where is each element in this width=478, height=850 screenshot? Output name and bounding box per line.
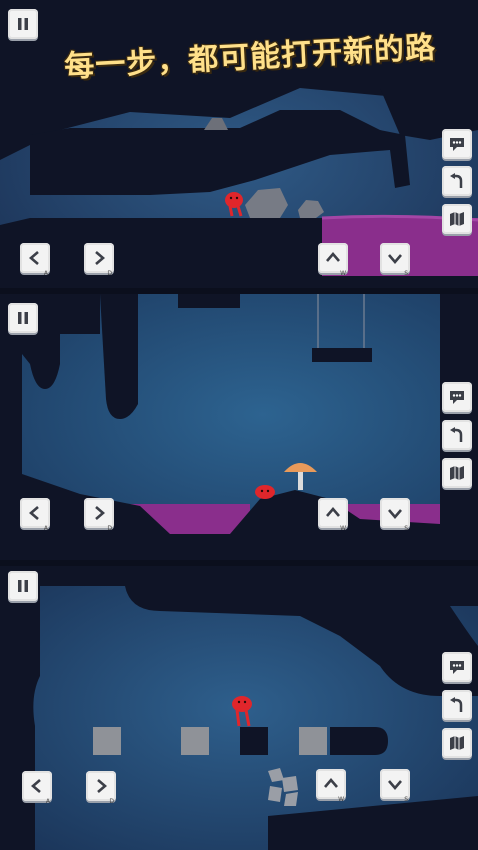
chat-bubble-icon (450, 391, 464, 404)
undo-button[interactable] (442, 690, 472, 720)
chat-button[interactable] (442, 382, 472, 412)
undo-button[interactable] (442, 420, 472, 450)
chat-bubble-icon (450, 138, 464, 151)
chat-button[interactable] (442, 129, 472, 159)
key-hint-down: S (404, 525, 408, 532)
chat-bubble-icon (450, 661, 464, 674)
pause-button[interactable] (8, 303, 38, 333)
map-icon (450, 736, 464, 750)
undo-arrow-icon (450, 427, 463, 442)
undo-button[interactable] (442, 166, 472, 196)
move-left-button[interactable]: A (22, 771, 52, 805)
level-panel-2: A D W S (0, 294, 478, 562)
arrow-down-icon (388, 254, 402, 264)
arrow-right-icon (95, 506, 105, 520)
key-hint-right: D (109, 798, 114, 805)
arrow-left-icon (29, 506, 39, 520)
map-icon (450, 212, 464, 226)
move-right-button[interactable]: D (86, 771, 116, 805)
arrow-down-icon (388, 509, 402, 519)
move-left-button[interactable]: A (20, 498, 50, 532)
key-hint-left: A (43, 270, 48, 277)
arrow-up-icon (324, 778, 338, 788)
key-hint-up: W (340, 525, 346, 532)
move-up-button[interactable]: W (318, 243, 348, 277)
move-down-button[interactable]: S (380, 769, 410, 803)
key-hint-left: A (43, 525, 48, 532)
key-hint-up: W (340, 270, 346, 277)
move-up-button[interactable]: W (316, 769, 346, 803)
move-up-button[interactable]: W (318, 498, 348, 532)
map-button[interactable] (442, 728, 472, 758)
player-character (255, 485, 275, 499)
undo-arrow-icon (450, 173, 463, 188)
key-hint-right: D (107, 525, 112, 532)
move-down-button[interactable]: S (380, 243, 410, 277)
arrow-down-icon (388, 780, 402, 790)
game-screenshot: 每一步，都可能打开新的路 A D W S A D W S A D W S (0, 0, 478, 850)
key-hint-right: D (107, 270, 112, 277)
arrow-left-icon (31, 779, 41, 793)
move-left-button[interactable]: A (20, 243, 50, 277)
chat-button[interactable] (442, 652, 472, 682)
key-hint-down: S (404, 270, 408, 277)
key-hint-down: S (404, 796, 408, 803)
pause-button[interactable] (8, 571, 38, 601)
level-panel-1: 每一步，都可能打开新的路 A D W S (0, 0, 478, 290)
move-right-button[interactable]: D (84, 243, 114, 277)
level-panel-3: A D W S (0, 566, 478, 850)
pause-icon (18, 580, 28, 592)
move-right-button[interactable]: D (84, 498, 114, 532)
key-hint-left: A (45, 798, 50, 805)
arrow-right-icon (97, 779, 107, 793)
arrow-left-icon (29, 251, 39, 265)
map-button[interactable] (442, 204, 472, 234)
pause-icon (18, 18, 28, 30)
key-hint-up: W (338, 796, 344, 803)
pause-icon (18, 312, 28, 324)
map-icon (450, 466, 464, 480)
pause-button[interactable] (8, 9, 38, 39)
move-down-button[interactable]: S (380, 498, 410, 532)
map-button[interactable] (442, 458, 472, 488)
undo-arrow-icon (450, 697, 463, 712)
arrow-up-icon (326, 507, 340, 517)
level-scene-3 (0, 566, 478, 850)
arrow-right-icon (95, 251, 105, 265)
arrow-up-icon (326, 252, 340, 262)
